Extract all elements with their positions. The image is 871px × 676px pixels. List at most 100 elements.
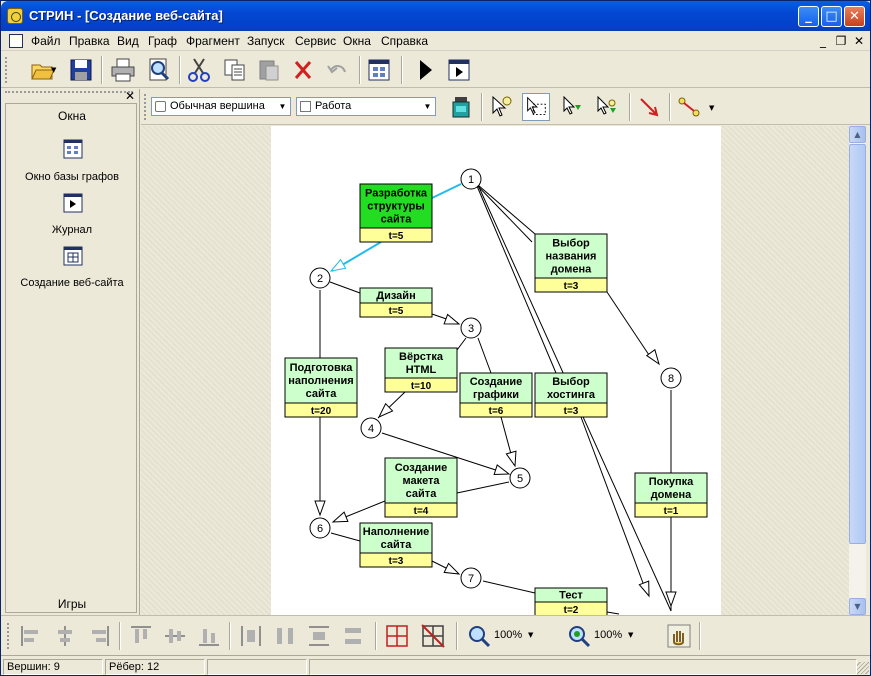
edge-1-domain[interactable] — [470, 178, 533, 243]
panel-grip[interactable] — [5, 91, 133, 101]
select-pointer-icon[interactable] — [487, 93, 515, 121]
menu-windows[interactable]: Окна — [343, 34, 371, 48]
grid-icon[interactable] — [383, 622, 411, 650]
graph-base-icon[interactable] — [365, 56, 393, 84]
app-icon[interactable] — [7, 8, 23, 24]
copy-icon[interactable] — [221, 56, 249, 84]
snap-to-grid-icon[interactable] — [419, 622, 447, 650]
task-box[interactable]: Дизайн t=5 — [359, 287, 433, 318]
graph-node[interactable]: 6 — [309, 517, 331, 539]
chevron-down-icon[interactable]: ▼ — [277, 100, 288, 113]
cut-icon[interactable] — [185, 56, 213, 84]
add-vertex-icon[interactable] — [559, 93, 587, 121]
edge-3-html[interactable] — [456, 337, 467, 351]
zoom-icon[interactable] — [465, 622, 493, 650]
zoom-level-1[interactable]: 100% — [494, 629, 522, 641]
selected-edge-a[interactable] — [431, 183, 462, 199]
scroll-thumb[interactable] — [849, 144, 866, 544]
save-icon[interactable] — [67, 56, 95, 84]
edge-type-select[interactable]: Работа ▼ — [296, 97, 436, 116]
graph-node[interactable]: 5 — [509, 467, 531, 489]
edge-domain-8[interactable] — [606, 291, 652, 359]
journal-toolbar-icon[interactable] — [445, 56, 473, 84]
run-icon[interactable] — [411, 56, 439, 84]
graph-node[interactable]: 2 — [309, 267, 331, 289]
graph-node[interactable]: 4 — [360, 417, 382, 439]
align-left-icon[interactable] — [17, 622, 45, 650]
scroll-up-button[interactable]: ▲ — [849, 126, 866, 143]
task-box[interactable]: Созданиеграфики t=6 — [459, 372, 533, 418]
properties-icon[interactable] — [447, 93, 475, 121]
distribute-horizontal-icon[interactable] — [237, 622, 265, 650]
title-bar[interactable]: СТРИН - [Создание веб-сайта] _ □ ✕ — [1, 1, 870, 31]
task-box[interactable]: ВёрсткаHTML t=10 — [384, 347, 458, 393]
delete-icon[interactable] — [289, 56, 317, 84]
select-fragment-icon[interactable] — [522, 93, 550, 121]
chevron-down-icon[interactable]: ▼ — [422, 100, 433, 113]
graph-drawing[interactable]: Разработкаструктурысайтаt=5Выборназвания… — [141, 126, 849, 615]
menu-view[interactable]: Вид — [117, 34, 139, 48]
task-box[interactable]: Наполнениесайта t=3 — [359, 522, 433, 568]
minimize-button[interactable]: _ — [798, 6, 819, 27]
edge-1-domain-b[interactable] — [470, 178, 536, 235]
panel-header[interactable]: Окна — [6, 109, 138, 123]
vertex-type-select[interactable]: Обычная вершина ▼ — [151, 97, 291, 116]
menu-run[interactable]: Запуск — [247, 34, 285, 48]
space-horizontal-icon[interactable] — [271, 622, 299, 650]
graph-node[interactable]: 8 — [660, 367, 682, 389]
graph-node[interactable]: 1 — [460, 168, 482, 190]
graph-document-icon[interactable] — [63, 246, 83, 266]
graph-node[interactable]: 7 — [460, 567, 482, 589]
task-box[interactable]: Тест t=2 — [534, 587, 608, 615]
edge-test-9[interactable] — [606, 611, 620, 615]
graph-canvas[interactable]: Разработка структуры сайта t=5 Выбор названия… — [141, 126, 849, 615]
close-button[interactable]: ✕ — [844, 6, 865, 27]
zoom2-dropdown-arrow-icon[interactable]: ▼ — [628, 631, 633, 639]
edge-5-layout[interactable] — [456, 481, 510, 494]
mdi-restore-button[interactable]: ❐ — [833, 33, 849, 49]
journal-icon[interactable] — [63, 193, 83, 213]
menu-service[interactable]: Сервис — [295, 34, 336, 48]
task-box[interactable]: Разработкаструктурысайта t=5 — [359, 183, 433, 243]
menu-edit[interactable]: Правка — [69, 34, 110, 48]
print-icon[interactable] — [109, 56, 137, 84]
panel-item-graph-base[interactable]: Окно базы графов — [6, 171, 138, 183]
space-vertical-icon[interactable] — [339, 622, 367, 650]
edge-7-test[interactable] — [482, 580, 536, 594]
paste-icon[interactable] — [255, 56, 283, 84]
add-edge-icon[interactable] — [593, 93, 621, 121]
open-dropdown-arrow-icon[interactable]: ▼ — [51, 66, 56, 74]
edge-3-graphics[interactable] — [477, 337, 492, 374]
mdi-minimize-button[interactable]: _ — [815, 33, 831, 49]
route-edge-icon[interactable] — [675, 93, 703, 121]
task-box[interactable]: Покупкадомена t=1 — [634, 472, 708, 518]
menu-graph[interactable]: Граф — [148, 34, 177, 48]
menu-fragment[interactable]: Фрагмент — [186, 34, 240, 48]
panel-close-icon[interactable]: ✕ — [125, 89, 135, 103]
align-right-icon[interactable] — [85, 622, 113, 650]
task-box[interactable]: Подготовканаполнениясайта t=20 — [284, 357, 358, 418]
resize-grip[interactable] — [857, 662, 869, 674]
menu-help[interactable]: Справка — [381, 34, 428, 48]
maximize-button[interactable]: □ — [821, 6, 842, 27]
document-menu-icon[interactable] — [9, 34, 23, 48]
panel-item-journal[interactable]: Журнал — [6, 224, 138, 236]
menu-file[interactable]: Файл — [31, 34, 61, 48]
zoom-level-2[interactable]: 100% — [594, 629, 622, 641]
scroll-down-button[interactable]: ▼ — [849, 598, 866, 615]
panel-footer-games[interactable]: Игры — [6, 597, 138, 611]
edge-2-design[interactable] — [329, 281, 361, 294]
print-preview-icon[interactable] — [145, 56, 173, 84]
graph-node[interactable]: 3 — [460, 317, 482, 339]
align-bottom-icon[interactable] — [195, 622, 223, 650]
task-box[interactable]: Созданиемакетасайта t=4 — [384, 457, 458, 518]
align-top-icon[interactable] — [127, 622, 155, 650]
edge-6-fill[interactable] — [330, 532, 361, 542]
zoom-dropdown-arrow-icon[interactable]: ▼ — [528, 631, 533, 639]
pan-hand-icon[interactable] — [665, 622, 693, 650]
align-center-icon[interactable] — [51, 622, 79, 650]
mdi-close-button[interactable]: ✕ — [851, 33, 867, 49]
graph-base-window-icon[interactable] — [63, 139, 83, 159]
task-box[interactable]: Выборхостинга t=3 — [534, 372, 608, 418]
undo-icon[interactable] — [323, 56, 351, 84]
